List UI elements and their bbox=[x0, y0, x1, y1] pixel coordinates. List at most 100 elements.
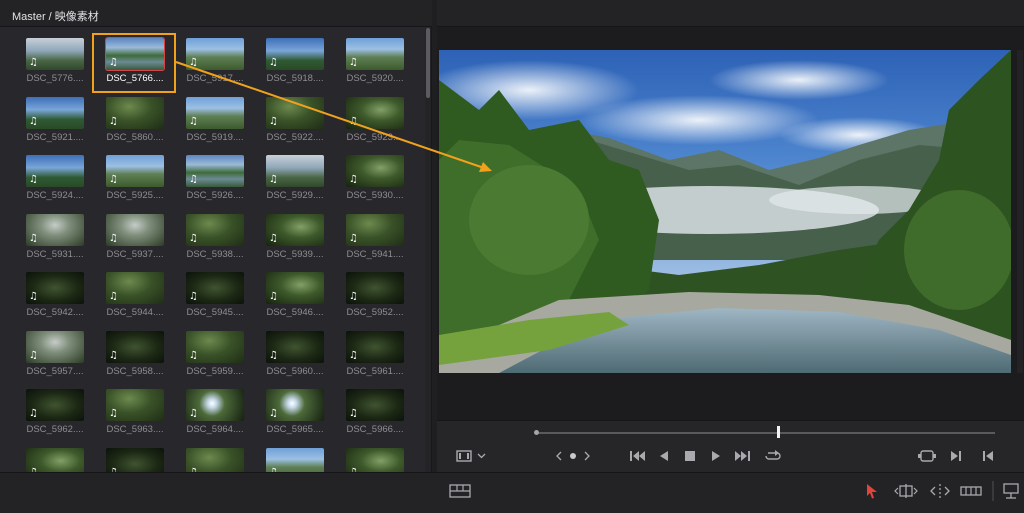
clip-item[interactable]: ♫ DSC_5776.... bbox=[10, 30, 90, 88]
clip-thumbnail[interactable]: ♫ bbox=[106, 389, 164, 421]
clip-item[interactable]: ♫ DSC_5931.... bbox=[10, 206, 90, 264]
clip-thumbnail[interactable]: ♫ bbox=[266, 96, 324, 129]
clip-item[interactable]: ♫ DSC_5925.... bbox=[90, 147, 170, 205]
clip-item[interactable]: ♫ DSC_5926.... bbox=[170, 147, 250, 205]
clip-item[interactable]: ♫ DSC_5923.... bbox=[330, 89, 410, 147]
clip-item[interactable]: ♫ DSC_5965.... bbox=[250, 381, 330, 439]
clip-thumbnail[interactable]: ♫ bbox=[26, 330, 84, 363]
clip-thumbnail[interactable]: ♫ bbox=[106, 96, 164, 129]
clip-thumbnail[interactable]: ♫ bbox=[346, 38, 404, 70]
clip-thumbnail[interactable]: ♫ bbox=[186, 330, 244, 363]
clip-item[interactable]: ♫ DSC_5942.... bbox=[10, 264, 90, 322]
clip-item[interactable]: ♫ DSC_5952.... bbox=[330, 264, 410, 322]
clip-thumbnail[interactable]: ♫ bbox=[106, 155, 164, 187]
clip-item[interactable]: ♫ DSC_5929.... bbox=[250, 147, 330, 205]
skip-to-start-button[interactable] bbox=[629, 447, 647, 465]
scrub-bar[interactable] bbox=[535, 432, 995, 434]
clip-item[interactable]: ♫ DSC_5924.... bbox=[10, 147, 90, 205]
clip-thumbnail[interactable]: ♫ bbox=[106, 330, 164, 363]
clip-item[interactable]: ♫ DSC_5960.... bbox=[250, 323, 330, 381]
clip-thumbnail[interactable]: ♫ bbox=[26, 389, 84, 421]
clip-item[interactable]: ♫ DSC_5946.... bbox=[250, 264, 330, 322]
clip-item[interactable]: ♫ DSC_5963.... bbox=[90, 381, 170, 439]
clip-thumbnail[interactable]: ♫ bbox=[26, 38, 84, 70]
clip-item[interactable]: ♫ DSC_5966.... bbox=[330, 381, 410, 439]
blade-tool-button[interactable] bbox=[960, 481, 982, 501]
play-button[interactable] bbox=[709, 447, 723, 465]
clip-item[interactable]: ♫ DSC_5962.... bbox=[10, 381, 90, 439]
clip-item[interactable]: ♫ DSC_5919.... bbox=[170, 89, 250, 147]
mark-out-button[interactable] bbox=[949, 447, 963, 465]
skip-to-end-icon bbox=[735, 451, 750, 461]
media-pool-scrollbar[interactable] bbox=[425, 28, 431, 500]
playhead[interactable] bbox=[777, 426, 780, 438]
clip-item[interactable]: ♫ DSC_5959.... bbox=[170, 323, 250, 381]
clip-item[interactable]: ♫ DSC_5860.... bbox=[90, 89, 170, 147]
clip-item[interactable]: ♫ DSC_5944.... bbox=[90, 264, 170, 322]
clip-thumbnail[interactable]: ♫ bbox=[186, 272, 244, 304]
clip-thumbnail[interactable]: ♫ bbox=[266, 155, 324, 187]
mark-in-button[interactable] bbox=[981, 447, 995, 465]
clip-thumbnail[interactable]: ♫ bbox=[186, 389, 244, 421]
clip-item[interactable]: ♫ DSC_5938.... bbox=[170, 206, 250, 264]
clip-thumbnail[interactable]: ♫ bbox=[346, 272, 404, 304]
clip-item[interactable]: ♫ DSC_5961.... bbox=[330, 323, 410, 381]
clip-thumbnail[interactable]: ♫ bbox=[106, 213, 164, 246]
clip-thumbnail[interactable]: ♫ bbox=[186, 155, 244, 187]
selection-tool-button[interactable] bbox=[864, 481, 880, 501]
mark-out-icon bbox=[951, 451, 961, 461]
clip-thumbnail[interactable]: ♫ bbox=[346, 155, 404, 187]
clip-item[interactable]: ♫ DSC_5917.... bbox=[170, 30, 250, 88]
clip-item[interactable]: ♫ DSC_5920.... bbox=[330, 30, 410, 88]
clip-item[interactable]: ♫ DSC_5937.... bbox=[90, 206, 170, 264]
clip-thumbnail[interactable]: ♫ bbox=[266, 213, 324, 246]
loop-button[interactable] bbox=[763, 447, 783, 465]
clip-item[interactable]: ♫ DSC_5921.... bbox=[10, 89, 90, 147]
clip-thumbnail[interactable]: ♫ bbox=[266, 272, 324, 304]
clip-item[interactable]: ♫ DSC_5930.... bbox=[330, 147, 410, 205]
music-note-icon: ♫ bbox=[29, 115, 38, 127]
clip-item[interactable]: ♫ DSC_5957.... bbox=[10, 323, 90, 381]
viewer-frame[interactable] bbox=[439, 50, 1011, 373]
clip-thumbnail[interactable]: ♫ bbox=[266, 38, 324, 70]
timeline-view-button[interactable] bbox=[448, 481, 472, 501]
clip-item[interactable]: ♫ DSC_5958.... bbox=[90, 323, 170, 381]
clip-name: DSC_5931.... bbox=[26, 248, 84, 260]
clip-thumbnail[interactable]: ♫ bbox=[26, 96, 84, 129]
clip-item[interactable]: ♫ DSC_5918.... bbox=[250, 30, 330, 88]
scrollbar-thumb[interactable] bbox=[426, 28, 430, 98]
trim-tool-button[interactable] bbox=[894, 481, 918, 501]
play-reverse-icon bbox=[660, 451, 668, 461]
clip-item[interactable]: ♫ DSC_5922.... bbox=[250, 89, 330, 147]
clip-thumbnail[interactable]: ♫ bbox=[186, 213, 244, 246]
clip-item[interactable]: ♫ DSC_5939.... bbox=[250, 206, 330, 264]
skip-to-start-icon bbox=[630, 451, 645, 461]
clip-thumbnail[interactable]: ♫ bbox=[26, 213, 84, 246]
clip-item[interactable]: ♫ DSC_5964.... bbox=[170, 381, 250, 439]
skip-to-end-button[interactable] bbox=[733, 447, 751, 465]
insert-clip-button[interactable] bbox=[1000, 481, 1022, 501]
toolbar-divider bbox=[992, 481, 994, 501]
clip-thumbnail[interactable]: ♫ bbox=[26, 155, 84, 187]
stop-button[interactable] bbox=[683, 447, 697, 465]
media-pool-breadcrumb[interactable]: Master / 映像素材 bbox=[12, 8, 99, 24]
clip-thumbnail[interactable]: ♫ bbox=[346, 213, 404, 246]
clip-thumbnail[interactable]: ♫ bbox=[266, 389, 324, 421]
clip-thumbnail[interactable]: ♫ bbox=[186, 38, 244, 70]
clip-thumbnail[interactable]: ♫ bbox=[26, 272, 84, 304]
clip-item[interactable]: ♫ DSC_5941.... bbox=[330, 206, 410, 264]
clip-thumbnail[interactable]: ♫ bbox=[266, 330, 324, 363]
clip-thumbnail[interactable]: ♫ bbox=[346, 96, 404, 129]
clip-item[interactable]: ♫ DSC_5945.... bbox=[170, 264, 250, 322]
jog-control[interactable] bbox=[555, 447, 591, 465]
dynamic-trim-button[interactable] bbox=[928, 481, 952, 501]
play-reverse-button[interactable] bbox=[657, 447, 671, 465]
clip-thumbnail[interactable]: ♫ bbox=[186, 96, 244, 129]
match-frame-button[interactable] bbox=[917, 447, 937, 465]
music-note-icon: ♫ bbox=[29, 291, 38, 302]
clip-thumbnail[interactable]: ♫ bbox=[106, 272, 164, 304]
clip-thumbnail[interactable]: ♫ bbox=[346, 389, 404, 421]
scrub-in-point[interactable] bbox=[534, 430, 539, 435]
clip-thumbnail[interactable]: ♫ bbox=[346, 330, 404, 363]
viewer-mode-dropdown[interactable] bbox=[453, 447, 493, 465]
